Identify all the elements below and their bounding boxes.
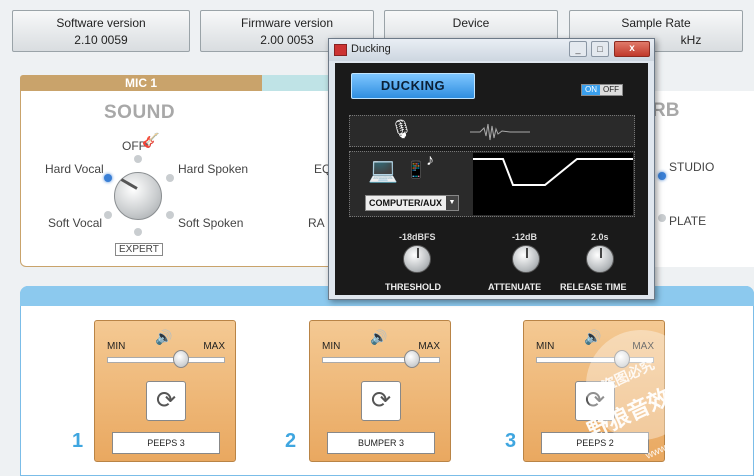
pad3-number: 3 — [505, 430, 517, 452]
phone-icon: 📱 — [406, 162, 426, 179]
pad1-sound-name[interactable]: PEEPS 3 — [112, 432, 220, 454]
ducking-window: Ducking _ □ x DUCKING ON OFF 🎙 💻 📱 ♪ COM… — [328, 38, 655, 300]
guitar-icon: 🎸 — [142, 132, 160, 148]
music-note-icon: ♪ — [426, 152, 434, 169]
expert-label[interactable]: EXPERT — [115, 243, 163, 256]
minimize-button[interactable]: _ — [569, 41, 587, 57]
pad2-max-label: MAX — [418, 341, 440, 352]
attenuate-label: ATTENUATE — [488, 282, 542, 292]
pad1-volume-thumb[interactable] — [173, 350, 189, 368]
soft-spoken-label[interactable]: Soft Spoken — [178, 216, 243, 230]
sound-pad-1: 🔊 MIN MAX ⟳ PEEPS 3 — [94, 320, 236, 462]
speaker-icon: 🔊 — [584, 329, 602, 345]
software-version-box: Software version 2.10 0059 — [12, 10, 190, 52]
release-time-label: RELEASE TIME — [560, 282, 627, 292]
pad1-max-label: MAX — [203, 341, 225, 352]
reverb-dot-studio[interactable] — [658, 172, 666, 180]
hard-spoken-label[interactable]: Hard Spoken — [178, 162, 248, 176]
ra-partial-label: RA — [308, 216, 325, 230]
threshold-label: THRESHOLD — [385, 282, 441, 292]
plate-label[interactable]: PLATE — [669, 214, 706, 228]
sound-knob[interactable] — [114, 172, 162, 220]
app-icon — [334, 44, 347, 56]
sound-dot-off[interactable] — [134, 155, 142, 163]
reverb-partial-title: RB — [652, 100, 680, 121]
studio-label[interactable]: STUDIO — [669, 160, 714, 174]
sound-dot-hard-vocal[interactable] — [104, 174, 112, 182]
speaker-icon: 🔊 — [155, 329, 173, 345]
pad2-number: 2 — [285, 430, 297, 452]
attenuate-knob[interactable] — [512, 245, 540, 273]
sound-dot-hard-spoken[interactable] — [166, 174, 174, 182]
pad2-refresh-button[interactable]: ⟳ — [361, 381, 401, 421]
close-button[interactable]: x — [614, 41, 650, 57]
attenuate-value: -12dB — [512, 232, 538, 242]
pad1-min-label: MIN — [107, 341, 126, 352]
ducking-body: DUCKING ON OFF 🎙 💻 📱 ♪ COMPUTER/AUX ▼ -1… — [335, 63, 648, 295]
ducking-graph — [473, 153, 633, 215]
reverb-dot-plate[interactable] — [658, 214, 666, 222]
pad3-min-label: MIN — [536, 341, 555, 352]
maximize-button[interactable]: □ — [591, 41, 609, 57]
sound-dot-expert[interactable] — [134, 228, 142, 236]
pad2-sound-name[interactable]: BUMPER 3 — [327, 432, 435, 454]
threshold-knob[interactable] — [403, 245, 431, 273]
chevron-down-icon[interactable]: ▼ — [446, 196, 458, 210]
release-time-value: 2.0s — [591, 232, 609, 242]
speaker-icon: 🔊 — [370, 329, 388, 345]
sound-dot-soft-spoken[interactable] — [166, 211, 174, 219]
firmware-version-label: Firmware version — [240, 16, 333, 30]
mic1-panel — [20, 91, 340, 267]
source-select[interactable]: COMPUTER/AUX ▼ — [365, 195, 459, 211]
toggle-off[interactable]: OFF — [600, 85, 622, 95]
software-version-value: 2.10 0059 — [74, 33, 128, 47]
ducking-button[interactable]: DUCKING — [351, 73, 475, 99]
soft-vocal-label[interactable]: Soft Vocal — [48, 216, 102, 230]
sound-dot-soft-vocal[interactable] — [104, 211, 112, 219]
pad2-min-label: MIN — [322, 341, 341, 352]
release-time-knob[interactable] — [586, 245, 614, 273]
ducking-toggle[interactable]: ON OFF — [581, 84, 623, 96]
toggle-on[interactable]: ON — [582, 85, 600, 95]
hard-vocal-label[interactable]: Hard Vocal — [45, 162, 104, 176]
mic-waveform — [470, 123, 530, 141]
mic-input-row: 🎙 — [349, 115, 635, 147]
pad1-volume-track[interactable] — [107, 357, 225, 363]
ducking-window-title: Ducking — [351, 43, 391, 55]
pad2-volume-track[interactable] — [322, 357, 440, 363]
pad1-number: 1 — [72, 430, 84, 452]
laptop-icon: 💻 — [368, 157, 398, 184]
sound-pad-2: 🔊 MIN MAX ⟳ BUMPER 3 — [309, 320, 451, 462]
sound-title: SOUND — [104, 102, 176, 123]
mic1-tab[interactable]: MIC 1 — [20, 75, 262, 91]
ducking-titlebar[interactable]: Ducking _ □ x — [329, 39, 654, 61]
microphone-icon: 🎙 — [390, 119, 413, 139]
pad2-volume-thumb[interactable] — [404, 350, 420, 368]
device-label: Device — [452, 16, 490, 30]
sample-rate-label: Sample Rate — [621, 16, 691, 30]
refresh-icon: ⟳ — [155, 387, 177, 414]
pad1-refresh-button[interactable]: ⟳ — [146, 381, 186, 421]
refresh-icon: ⟳ — [370, 387, 392, 414]
software-version-label: Software version — [56, 16, 146, 30]
second-tab[interactable] — [262, 75, 332, 91]
source-select-value: COMPUTER/AUX — [369, 198, 443, 208]
threshold-value: -18dBFS — [399, 232, 436, 242]
ducking-envelope — [473, 158, 633, 186]
